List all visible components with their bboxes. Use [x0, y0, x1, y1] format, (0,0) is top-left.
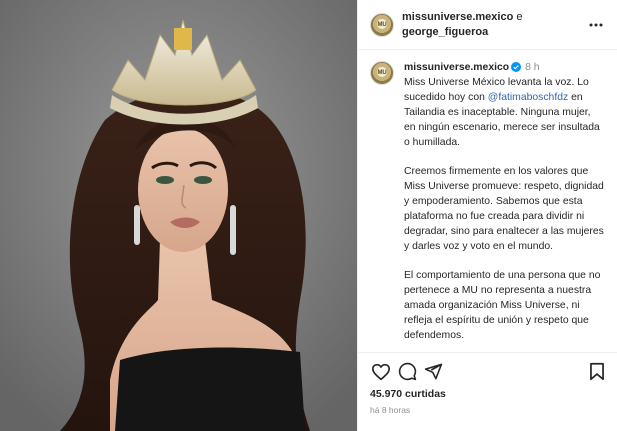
header-connector: e [516, 10, 523, 23]
header-accounts: missuniverse.mexico e george_figueroa [402, 10, 585, 40]
bookmark-icon [590, 362, 604, 381]
action-bar [358, 352, 617, 390]
post-header: MU missuniverse.mexico e george_figueroa [358, 0, 617, 50]
caption-avatar-text: MU [377, 70, 387, 76]
caption-timestamp: 8 h [525, 62, 540, 73]
caption-avatar[interactable]: MU [370, 61, 394, 85]
post-caption: MU missuniverse.mexico 8 h Miss Universe … [358, 50, 617, 350]
caption-paragraph-1: missuniverse.mexico 8 h Miss Universe Méx… [404, 60, 605, 150]
heart-icon [372, 363, 390, 380]
caption-paragraph-3: El comportamiento de una persona que no … [404, 270, 601, 341]
post-time: há 8 horas [370, 405, 411, 415]
comment-button[interactable] [394, 359, 420, 385]
save-button[interactable] [584, 359, 610, 385]
more-options-button[interactable] [585, 14, 607, 36]
caption-body: missuniverse.mexico 8 h Miss Universe Méx… [404, 60, 605, 350]
header-coauthor-link[interactable]: george_figueroa [402, 26, 488, 38]
mention-link[interactable]: @fatimaboschfdz [488, 92, 568, 103]
more-horizontal-icon [589, 23, 603, 26]
share-icon [424, 363, 442, 380]
portrait-illustration [0, 0, 357, 431]
account-avatar[interactable]: MU [370, 12, 394, 37]
header-account-link[interactable]: missuniverse.mexico [402, 11, 513, 23]
comment-icon [398, 362, 416, 381]
avatar-text: MU [377, 21, 387, 28]
verified-badge-icon [511, 62, 522, 72]
caption-username[interactable]: missuniverse.mexico [404, 62, 509, 73]
post-photo[interactable] [0, 0, 357, 431]
instagram-post: MU missuniverse.mexico e george_figueroa… [0, 0, 617, 431]
likes-count[interactable]: 45.970 curtidas [370, 388, 446, 400]
share-button[interactable] [420, 359, 446, 385]
post-side-panel: MU missuniverse.mexico e george_figueroa… [357, 0, 617, 431]
caption-paragraph-2: Creemos firmemente en los valores que Mi… [404, 166, 604, 252]
like-button[interactable] [368, 359, 394, 385]
